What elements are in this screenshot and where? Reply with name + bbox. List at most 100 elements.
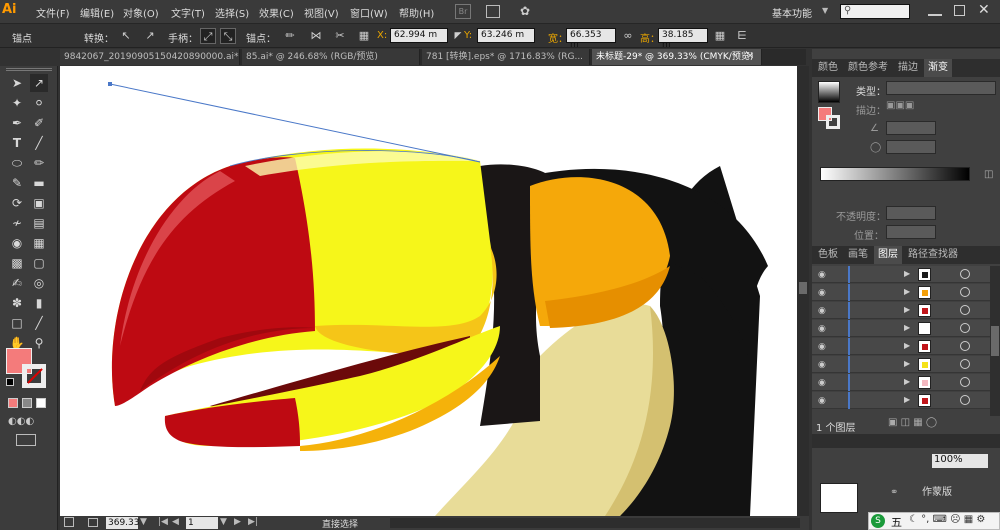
visibility-eye-icon[interactable]: ◉: [818, 342, 826, 352]
artboard-canvas[interactable]: [60, 66, 797, 516]
none-mode-icon[interactable]: [36, 398, 46, 408]
opacity-field[interactable]: [886, 206, 936, 220]
tab-color[interactable]: 颜色: [814, 59, 842, 77]
layer-target-icon[interactable]: [960, 323, 970, 333]
layer-row[interactable]: ◉ ▶: [812, 302, 1000, 319]
tab-document-4[interactable]: 未标题-29* @ 369.33% (CMYK/预览): [592, 49, 762, 65]
layer-target-icon[interactable]: [960, 287, 970, 297]
tab-document-3[interactable]: 781 [转换].eps* @ 1716.83% (RG...: [422, 49, 590, 65]
artboard-number-field[interactable]: 1: [186, 517, 218, 529]
stroke-gradient-buttons[interactable]: ▣▣▣: [886, 100, 940, 114]
expand-arrow-icon[interactable]: ▶: [904, 305, 910, 314]
visibility-eye-icon[interactable]: ◉: [818, 324, 826, 334]
layer-actions-icons[interactable]: ▣ ◫ ▦ ◯: [888, 417, 937, 428]
expand-arrow-icon[interactable]: ▶: [904, 341, 910, 350]
cut-path-icon[interactable]: ✂: [332, 28, 348, 44]
menu-type[interactable]: 文字(T): [171, 5, 205, 20]
menu-help[interactable]: 帮助(H): [399, 5, 434, 20]
tab-close-icon[interactable]: ✕: [746, 51, 754, 62]
layer-row[interactable]: ◉ ▶: [812, 284, 1000, 301]
visibility-eye-icon[interactable]: ◉: [818, 270, 826, 280]
zoom-tool-icon[interactable]: ⚲: [30, 334, 48, 352]
expand-arrow-icon[interactable]: ▶: [904, 323, 910, 332]
zoom-level-field[interactable]: 369.33: [106, 517, 140, 529]
link-icon[interactable]: ⚭: [890, 487, 898, 498]
last-page-icon[interactable]: ▶|: [248, 517, 258, 527]
visibility-eye-icon[interactable]: ◉: [818, 378, 826, 388]
visibility-eye-icon[interactable]: ◉: [818, 396, 826, 406]
width-tool-icon[interactable]: ≁: [8, 214, 26, 232]
eraser-icon[interactable]: ▬: [30, 174, 48, 192]
layers-scrollbar[interactable]: [990, 266, 1000, 416]
prev-page-icon[interactable]: ◀: [172, 517, 179, 527]
expand-arrow-icon[interactable]: ▶: [904, 287, 910, 296]
layer-row[interactable]: ◉ ▶: [812, 266, 1000, 283]
layer-row[interactable]: ◉ ▶: [812, 374, 1000, 391]
x-field[interactable]: 62.994 m: [390, 28, 448, 43]
width-field[interactable]: 66.353 m: [566, 28, 616, 50]
slice-tool-icon[interactable]: ╱: [30, 314, 48, 332]
blend-tool-icon[interactable]: ◎: [30, 274, 48, 292]
connect-anchor-icon[interactable]: ⋈: [308, 28, 324, 44]
layer-target-icon[interactable]: [960, 341, 970, 351]
horizontal-scrollbar[interactable]: [390, 518, 800, 528]
layers-scrollbar-thumb[interactable]: [991, 326, 999, 356]
perspective-grid-icon[interactable]: ▦: [30, 234, 48, 252]
workspace-switcher[interactable]: 基本功能: [772, 5, 812, 20]
ime-mode-label[interactable]: 五: [891, 514, 902, 530]
artboard-nav-icon[interactable]: [64, 517, 74, 527]
paintbrush-icon[interactable]: ✏: [30, 154, 48, 172]
toolbox-grip[interactable]: [6, 68, 52, 71]
isolate-anchor-icon[interactable]: ▦: [356, 28, 372, 44]
color-mode-icon[interactable]: [8, 398, 18, 408]
zoom-chevron-icon[interactable]: ▼: [140, 517, 147, 527]
workspace-chevron-icon[interactable]: ▼: [822, 6, 828, 15]
make-mask-button[interactable]: 作蒙版: [922, 483, 952, 498]
gradient-stroke-swatch[interactable]: [826, 115, 840, 129]
menu-object[interactable]: 对象(O): [123, 5, 159, 20]
magic-wand-icon[interactable]: ✦: [8, 94, 26, 112]
minimize-button[interactable]: [928, 4, 942, 16]
gradient-slider[interactable]: [820, 167, 970, 181]
default-colors-icon[interactable]: [6, 378, 14, 386]
gpu-performance-icon[interactable]: ✿: [520, 4, 530, 18]
direction-handle-point[interactable]: [108, 82, 112, 86]
direct-selection-tool-icon[interactable]: ↗: [30, 74, 48, 92]
line-tool-icon[interactable]: ╱: [30, 134, 48, 152]
layer-row[interactable]: ◉ ▶: [812, 320, 1000, 337]
scale-tool-icon[interactable]: ▣: [30, 194, 48, 212]
ime-logo-icon[interactable]: S: [871, 514, 885, 528]
artboard-tool-icon[interactable]: □: [8, 314, 26, 332]
screen-mode-icon[interactable]: [16, 434, 36, 446]
symbol-sprayer-icon[interactable]: ✽: [8, 294, 26, 312]
gradient-tool-icon[interactable]: ▢: [30, 254, 48, 272]
tab-stroke[interactable]: 描边: [894, 59, 922, 77]
column-graph-icon[interactable]: ▮: [30, 294, 48, 312]
hide-handles-icon[interactable]: ⤡: [220, 28, 236, 44]
tab-document-2[interactable]: 85.ai* @ 246.68% (RGB/预览): [242, 49, 420, 65]
type-tool-icon[interactable]: T: [8, 134, 26, 152]
tab-color-guide[interactable]: 颜色参考: [844, 59, 892, 77]
canvas-vertical-scrollbar[interactable]: [797, 66, 809, 516]
arrange-documents-icon[interactable]: [486, 5, 500, 18]
close-icon[interactable]: ✕: [978, 2, 990, 18]
tab-layers[interactable]: 图层: [874, 246, 902, 264]
menu-select[interactable]: 选择(S): [215, 5, 249, 20]
convert-corner-icon[interactable]: ↖: [118, 28, 134, 44]
visibility-eye-icon[interactable]: ◉: [818, 306, 826, 316]
direction-handle-line[interactable]: [109, 83, 481, 163]
opacity-percent-field[interactable]: 100%: [932, 454, 988, 468]
maximize-button[interactable]: [954, 5, 965, 16]
y-field[interactable]: 63.246 m: [477, 28, 535, 43]
draw-mode-icon[interactable]: ◐◐◐: [8, 416, 44, 428]
free-transform-icon[interactable]: ▤: [30, 214, 48, 232]
expand-arrow-icon[interactable]: ▶: [904, 359, 910, 368]
selection-tool-icon[interactable]: ➤: [8, 74, 26, 92]
search-input[interactable]: ⚲: [840, 4, 910, 19]
align-icon[interactable]: ⋿: [734, 28, 750, 44]
ime-tool-icons[interactable]: ☾ °, ⌨ ☹ ▦ ⚙: [909, 514, 985, 525]
gradient-preview[interactable]: [818, 81, 840, 103]
menu-view[interactable]: 视图(V): [304, 5, 339, 20]
next-page-icon[interactable]: ▶: [234, 517, 241, 527]
menu-edit[interactable]: 编辑(E): [80, 5, 114, 20]
